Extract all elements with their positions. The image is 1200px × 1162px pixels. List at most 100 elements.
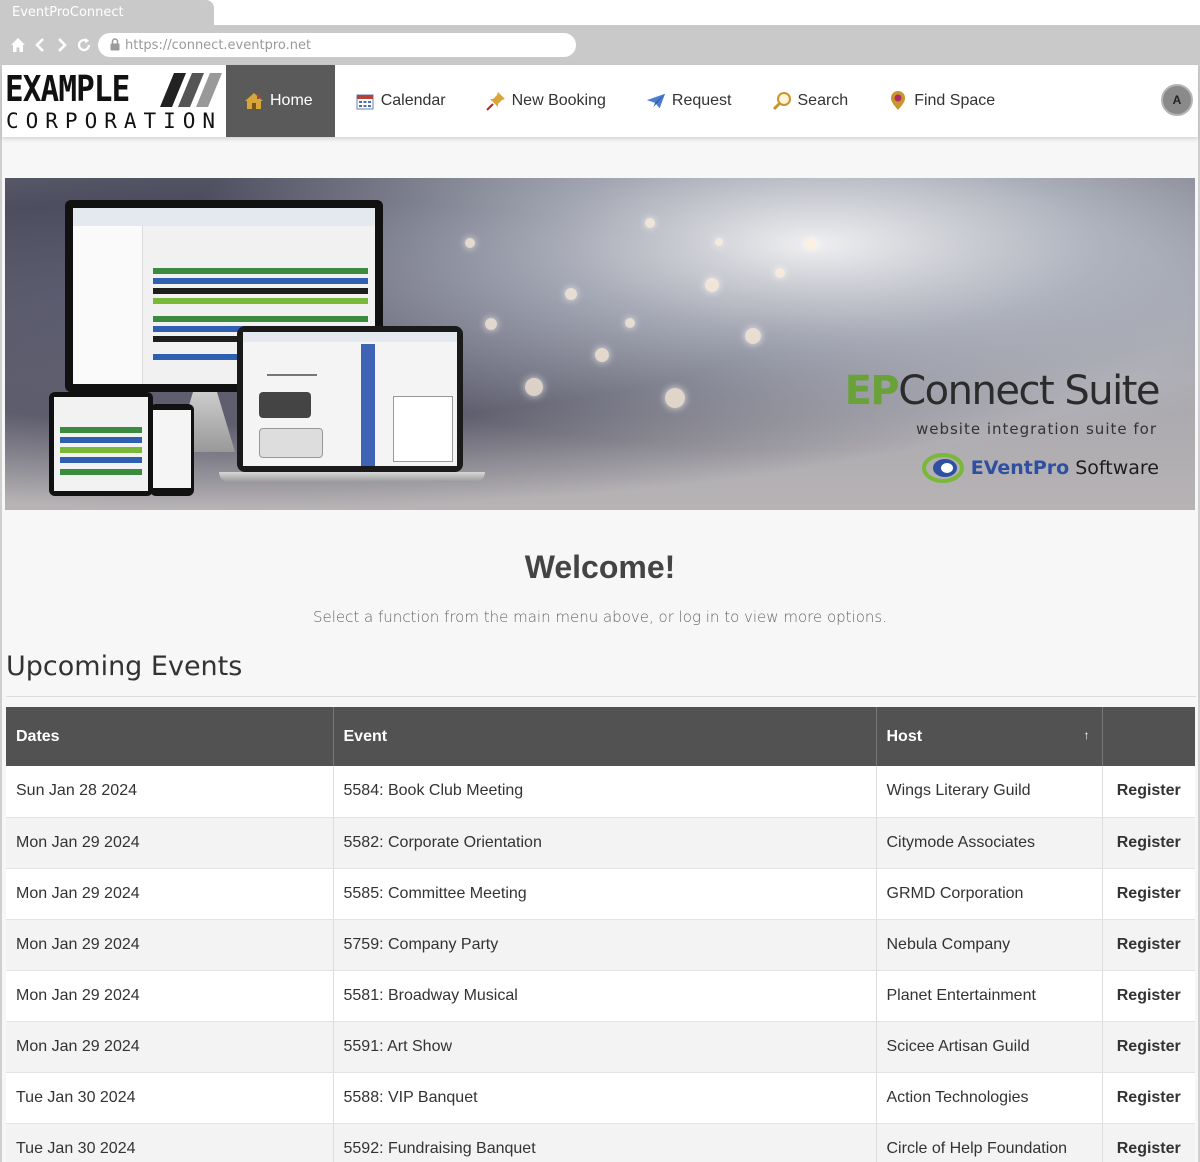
- brand-title: EPConnect Suite: [844, 368, 1161, 414]
- event-date: Tue Jan 30 2024: [6, 1123, 334, 1162]
- logo-wordmark-top: EXAMPLE: [5, 69, 130, 110]
- event-date: Tue Jan 30 2024: [6, 1072, 334, 1124]
- bokeh-light: [595, 348, 609, 362]
- hero-banner: EPConnect Suite website integration suit…: [5, 178, 1195, 510]
- event-name: 5585: Committee Meeting: [333, 868, 877, 920]
- table-row: Tue Jan 30 2024 5588: VIP Banquet Action…: [6, 1072, 1195, 1124]
- table-row: Mon Jan 29 2024 5591: Art Show Scicee Ar…: [6, 1021, 1195, 1073]
- menu-request-label: Request: [671, 92, 732, 109]
- register-button[interactable]: Register: [1102, 1072, 1195, 1124]
- user-avatar[interactable]: A: [1161, 84, 1193, 116]
- menu-home[interactable]: Home: [226, 65, 335, 137]
- browser-toolbar: https://connect.eventpro.net: [0, 25, 1200, 65]
- back-icon[interactable]: [32, 37, 48, 53]
- app-header: EXAMPLE CORPORATION Home Calendar New Bo…: [2, 65, 1198, 137]
- event-date: Sun Jan 28 2024: [6, 766, 334, 818]
- menu-find-space[interactable]: Find Space: [868, 65, 1015, 137]
- table-row: Mon Jan 29 2024 5582: Corporate Orientat…: [6, 817, 1195, 869]
- welcome-title: Welcome!: [524, 549, 676, 585]
- paper-plane-icon: [646, 91, 666, 111]
- bokeh-light: [745, 328, 761, 344]
- register-button[interactable]: Register: [1102, 766, 1195, 818]
- phone-image: [150, 404, 194, 496]
- bokeh-light: [525, 378, 543, 396]
- column-header-dates[interactable]: Dates: [6, 707, 334, 766]
- event-date: Mon Jan 29 2024: [6, 1021, 334, 1073]
- menu-search[interactable]: Search: [752, 65, 869, 137]
- pushpin-icon: [485, 91, 506, 111]
- calendar-icon: [355, 91, 375, 111]
- event-host: GRMD Corporation: [876, 868, 1103, 920]
- column-header-action: [1102, 707, 1195, 766]
- bokeh-light: [705, 278, 719, 292]
- reload-icon[interactable]: [76, 37, 92, 53]
- table-row: Sun Jan 28 2024 5584: Book Club Meeting …: [6, 766, 1195, 818]
- column-header-host[interactable]: Host ↑: [876, 707, 1103, 766]
- event-name: 5584: Book Club Meeting: [333, 766, 877, 818]
- event-host: Planet Entertainment: [876, 970, 1103, 1022]
- brand-ep: EP: [844, 368, 900, 414]
- register-button[interactable]: Register: [1102, 1021, 1195, 1073]
- address-bar[interactable]: https://connect.eventpro.net: [98, 33, 576, 57]
- bokeh-light: [645, 218, 655, 228]
- event-date: Mon Jan 29 2024: [6, 919, 334, 971]
- event-host: Circle of Help Foundation: [876, 1123, 1103, 1162]
- laptop-base: [219, 472, 485, 482]
- menu-new-booking[interactable]: New Booking: [466, 65, 626, 137]
- logo-stripes-icon: [160, 73, 222, 107]
- tablet-image: [49, 392, 153, 496]
- menu-calendar[interactable]: Calendar: [335, 65, 466, 137]
- menu-home-label: Home: [270, 92, 313, 109]
- table-row: Tue Jan 30 2024 5592: Fundraising Banque…: [6, 1123, 1195, 1162]
- event-name: 5582: Corporate Orientation: [333, 817, 877, 869]
- register-button[interactable]: Register: [1102, 868, 1195, 920]
- ep-connect-suite-brand: EPConnect Suite website integration suit…: [839, 368, 1161, 488]
- column-header-event[interactable]: Event: [333, 707, 877, 766]
- table-row: Mon Jan 29 2024 5581: Broadway Musical P…: [6, 970, 1195, 1022]
- event-host: Scicee Artisan Guild: [876, 1021, 1103, 1073]
- event-host: Citymode Associates: [876, 817, 1103, 869]
- bokeh-light: [775, 268, 785, 278]
- menu-calendar-label: Calendar: [380, 92, 446, 109]
- event-date: Mon Jan 29 2024: [6, 970, 334, 1022]
- register-button[interactable]: Register: [1102, 1123, 1195, 1162]
- event-name: 5588: VIP Banquet: [333, 1072, 877, 1124]
- event-date: Mon Jan 29 2024: [6, 817, 334, 869]
- menu-find-space-label: Find Space: [914, 92, 996, 109]
- table-row: Mon Jan 29 2024 5759: Company Party Nebu…: [6, 919, 1195, 971]
- sort-ascending-icon[interactable]: ↑: [1084, 728, 1090, 742]
- brand-logo-software: Software: [1075, 457, 1159, 479]
- laptop-image: [237, 326, 463, 472]
- menu-search-label: Search: [797, 92, 849, 109]
- eventpro-logo: EVentPro Software: [921, 452, 1159, 484]
- browser-tab[interactable]: EventProConnect: [0, 0, 214, 25]
- page-content: EXAMPLE CORPORATION Home Calendar New Bo…: [0, 65, 1200, 1162]
- menu-request[interactable]: Request: [626, 65, 752, 137]
- event-host: Action Technologies: [876, 1072, 1103, 1124]
- forward-icon[interactable]: [54, 37, 70, 53]
- eventpro-swoosh-icon: [921, 453, 964, 483]
- register-button[interactable]: Register: [1102, 817, 1195, 869]
- table-header-row: Dates Event Host ↑: [6, 707, 1195, 766]
- main-menu: Home Calendar New Booking Request Search…: [226, 65, 1015, 137]
- bokeh-light: [805, 238, 817, 250]
- bokeh-light: [665, 388, 685, 408]
- home-icon[interactable]: [10, 37, 26, 53]
- column-header-event-label: Event: [343, 727, 388, 745]
- event-host: Wings Literary Guild: [876, 766, 1103, 818]
- menu-new-booking-label: New Booking: [511, 92, 606, 109]
- register-button[interactable]: Register: [1102, 919, 1195, 971]
- logo-wordmark-bottom: CORPORATION: [6, 109, 223, 133]
- bokeh-light: [565, 288, 577, 300]
- event-host: Nebula Company: [876, 919, 1103, 971]
- company-logo[interactable]: EXAMPLE CORPORATION: [5, 71, 225, 133]
- magnifier-icon: [772, 91, 792, 111]
- bokeh-light: [715, 238, 723, 246]
- url-text: https://connect.eventpro.net: [125, 38, 312, 53]
- brand-logo-eventpro: EVentPro: [970, 457, 1070, 479]
- browser-chrome: EventProConnect https://connect.eventpro…: [0, 0, 1200, 65]
- column-header-host-label: Host: [886, 727, 923, 745]
- event-name: 5592: Fundraising Banquet: [333, 1123, 877, 1162]
- event-name: 5581: Broadway Musical: [333, 970, 877, 1022]
- register-button[interactable]: Register: [1102, 970, 1195, 1022]
